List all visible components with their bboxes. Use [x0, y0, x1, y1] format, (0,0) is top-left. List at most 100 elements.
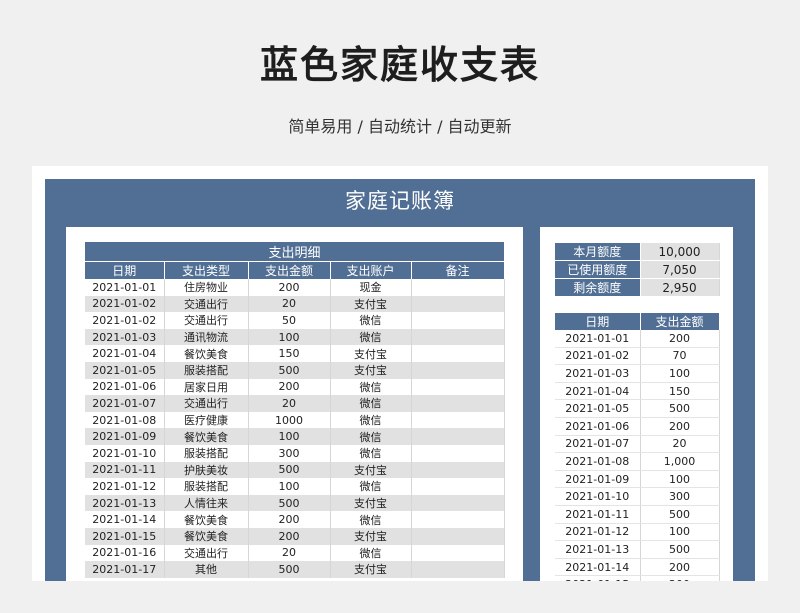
cell-note	[411, 511, 505, 528]
cell-amount: 200	[248, 511, 331, 528]
summary-label: 本月额度	[555, 243, 641, 261]
cell-account: 微信	[330, 511, 412, 528]
daily-row: 2021-01-06 200	[555, 417, 720, 436]
table-row: 2021-01-02 交通出行 20 支付宝	[85, 295, 505, 313]
daily-cell-amount: 100	[640, 364, 720, 383]
daily-cell-date: 2021-01-05	[555, 399, 641, 418]
daily-row: 2021-01-10 300	[555, 487, 720, 506]
table-row: 2021-01-02 交通出行 50 微信	[85, 312, 505, 329]
cell-amount: 200	[248, 527, 331, 545]
cell-account: 微信	[330, 378, 412, 396]
cell-type: 居家日用	[164, 378, 249, 396]
daily-cell-date: 2021-01-11	[555, 505, 641, 524]
cell-date: 2021-01-02	[85, 312, 165, 329]
column-header-date: 日期	[85, 261, 165, 279]
table-row: 2021-01-09 餐饮美食 100 微信	[85, 428, 505, 445]
daily-cell-amount: 500	[640, 399, 720, 418]
daily-cell-amount: 100	[640, 523, 720, 542]
cell-note	[411, 312, 505, 329]
summary-label: 已使用额度	[555, 260, 641, 279]
cell-date: 2021-01-12	[85, 478, 165, 495]
daily-cell-date: 2021-01-10	[555, 487, 641, 506]
cell-account: 微信	[330, 395, 412, 412]
cell-amount: 100	[248, 328, 331, 346]
daily-cell-amount: 70	[640, 347, 720, 366]
cell-amount: 20	[248, 395, 331, 412]
cell-account: 微信	[330, 428, 412, 445]
cell-account: 微信	[330, 411, 412, 429]
table-row: 2021-01-08 医疗健康 1000 微信	[85, 411, 505, 429]
ledger-frame: 家庭记账簿 支出明细 日期 支出类型 支出金额 支出账户 备注 2021-01-…	[45, 179, 755, 581]
daily-row: 2021-01-08 1,000	[555, 452, 720, 471]
daily-row: 2021-01-12 100	[555, 523, 720, 542]
daily-row: 2021-01-05 500	[555, 399, 720, 418]
cell-type: 餐饮美食	[164, 428, 249, 445]
daily-cell-date: 2021-01-04	[555, 382, 641, 401]
cell-amount: 50	[248, 312, 331, 329]
spreadsheet-preview: 家庭记账簿 支出明细 日期 支出类型 支出金额 支出账户 备注 2021-01-…	[32, 166, 768, 581]
cell-type: 餐饮美食	[164, 345, 249, 362]
page-subtitle: 简单易用 / 自动统计 / 自动更新	[288, 117, 512, 136]
cell-account: 支付宝	[330, 345, 412, 362]
summary-panel: 本月额度 10,000 已使用额度 7,050 剩余额度 2,950 日期 支出金额 20…	[540, 227, 733, 581]
cell-amount: 20	[248, 295, 331, 313]
daily-cell-amount: 500	[640, 540, 720, 559]
cell-note	[411, 561, 505, 578]
column-header-note: 备注	[411, 261, 505, 279]
cell-date: 2021-01-08	[85, 411, 165, 429]
cell-type: 交通出行	[164, 395, 249, 412]
cell-note	[411, 328, 505, 346]
daily-row: 2021-01-01 200	[555, 330, 720, 348]
cell-type: 餐饮美食	[164, 527, 249, 545]
cell-account: 支付宝	[330, 295, 412, 313]
cell-account: 微信	[330, 478, 412, 495]
daily-total-table: 日期 支出金额 2021-01-01 200 2021-01-02 70 2021-01…	[555, 313, 720, 581]
cell-amount: 500	[248, 561, 331, 578]
daily-cell-amount: 200	[640, 575, 720, 581]
table-row: 2021-01-11 护肤美妆 500 支付宝	[85, 461, 505, 479]
cell-amount: 500	[248, 361, 331, 379]
cell-date: 2021-01-16	[85, 544, 165, 562]
cell-date: 2021-01-07	[85, 395, 165, 412]
daily-cell-amount: 20	[640, 435, 720, 454]
daily-cell-amount: 100	[640, 470, 720, 489]
cell-account: 微信	[330, 328, 412, 346]
cell-amount: 100	[248, 428, 331, 445]
cell-type: 交通出行	[164, 295, 249, 313]
cell-date: 2021-01-01	[85, 279, 165, 296]
expense-detail-panel: 支出明细 日期 支出类型 支出金额 支出账户 备注 2021-01-01 住房物业…	[66, 227, 523, 581]
cell-type: 住房物业	[164, 279, 249, 296]
cell-note	[411, 361, 505, 379]
cell-amount: 150	[248, 345, 331, 362]
table-row: 2021-01-03 通讯物流 100 微信	[85, 328, 505, 346]
cell-type: 交通出行	[164, 312, 249, 329]
cell-note	[411, 478, 505, 495]
daily-row: 2021-01-07 20	[555, 435, 720, 454]
cell-note	[411, 544, 505, 562]
cell-type: 人情往来	[164, 494, 249, 512]
daily-cell-amount: 200	[640, 417, 720, 436]
column-header-amount: 支出金额	[248, 261, 331, 279]
cell-amount: 200	[248, 378, 331, 396]
cell-note	[411, 411, 505, 429]
daily-cell-date: 2021-01-01	[555, 330, 641, 348]
daily-header-amount: 支出金额	[640, 313, 720, 330]
cell-note	[411, 345, 505, 362]
daily-cell-amount: 150	[640, 382, 720, 401]
table-row: 2021-01-01 住房物业 200 现金	[85, 279, 505, 296]
cell-note	[411, 279, 505, 296]
cell-date: 2021-01-17	[85, 561, 165, 578]
expense-detail-table: 支出明细 日期 支出类型 支出金额 支出账户 备注 2021-01-01 住房物业…	[85, 242, 505, 578]
daily-row: 2021-01-03 100	[555, 364, 720, 383]
daily-cell-date: 2021-01-14	[555, 558, 641, 577]
table-row: 2021-01-15 餐饮美食 200 支付宝	[85, 527, 505, 545]
cell-type: 服装搭配	[164, 444, 249, 462]
cell-amount: 500	[248, 494, 331, 512]
cell-date: 2021-01-09	[85, 428, 165, 445]
cell-account: 支付宝	[330, 494, 412, 512]
table-row: 2021-01-14 餐饮美食 200 微信	[85, 511, 505, 528]
cell-note	[411, 395, 505, 412]
cell-note	[411, 295, 505, 313]
daily-cell-date: 2021-01-03	[555, 364, 641, 383]
daily-row: 2021-01-11 500	[555, 505, 720, 524]
